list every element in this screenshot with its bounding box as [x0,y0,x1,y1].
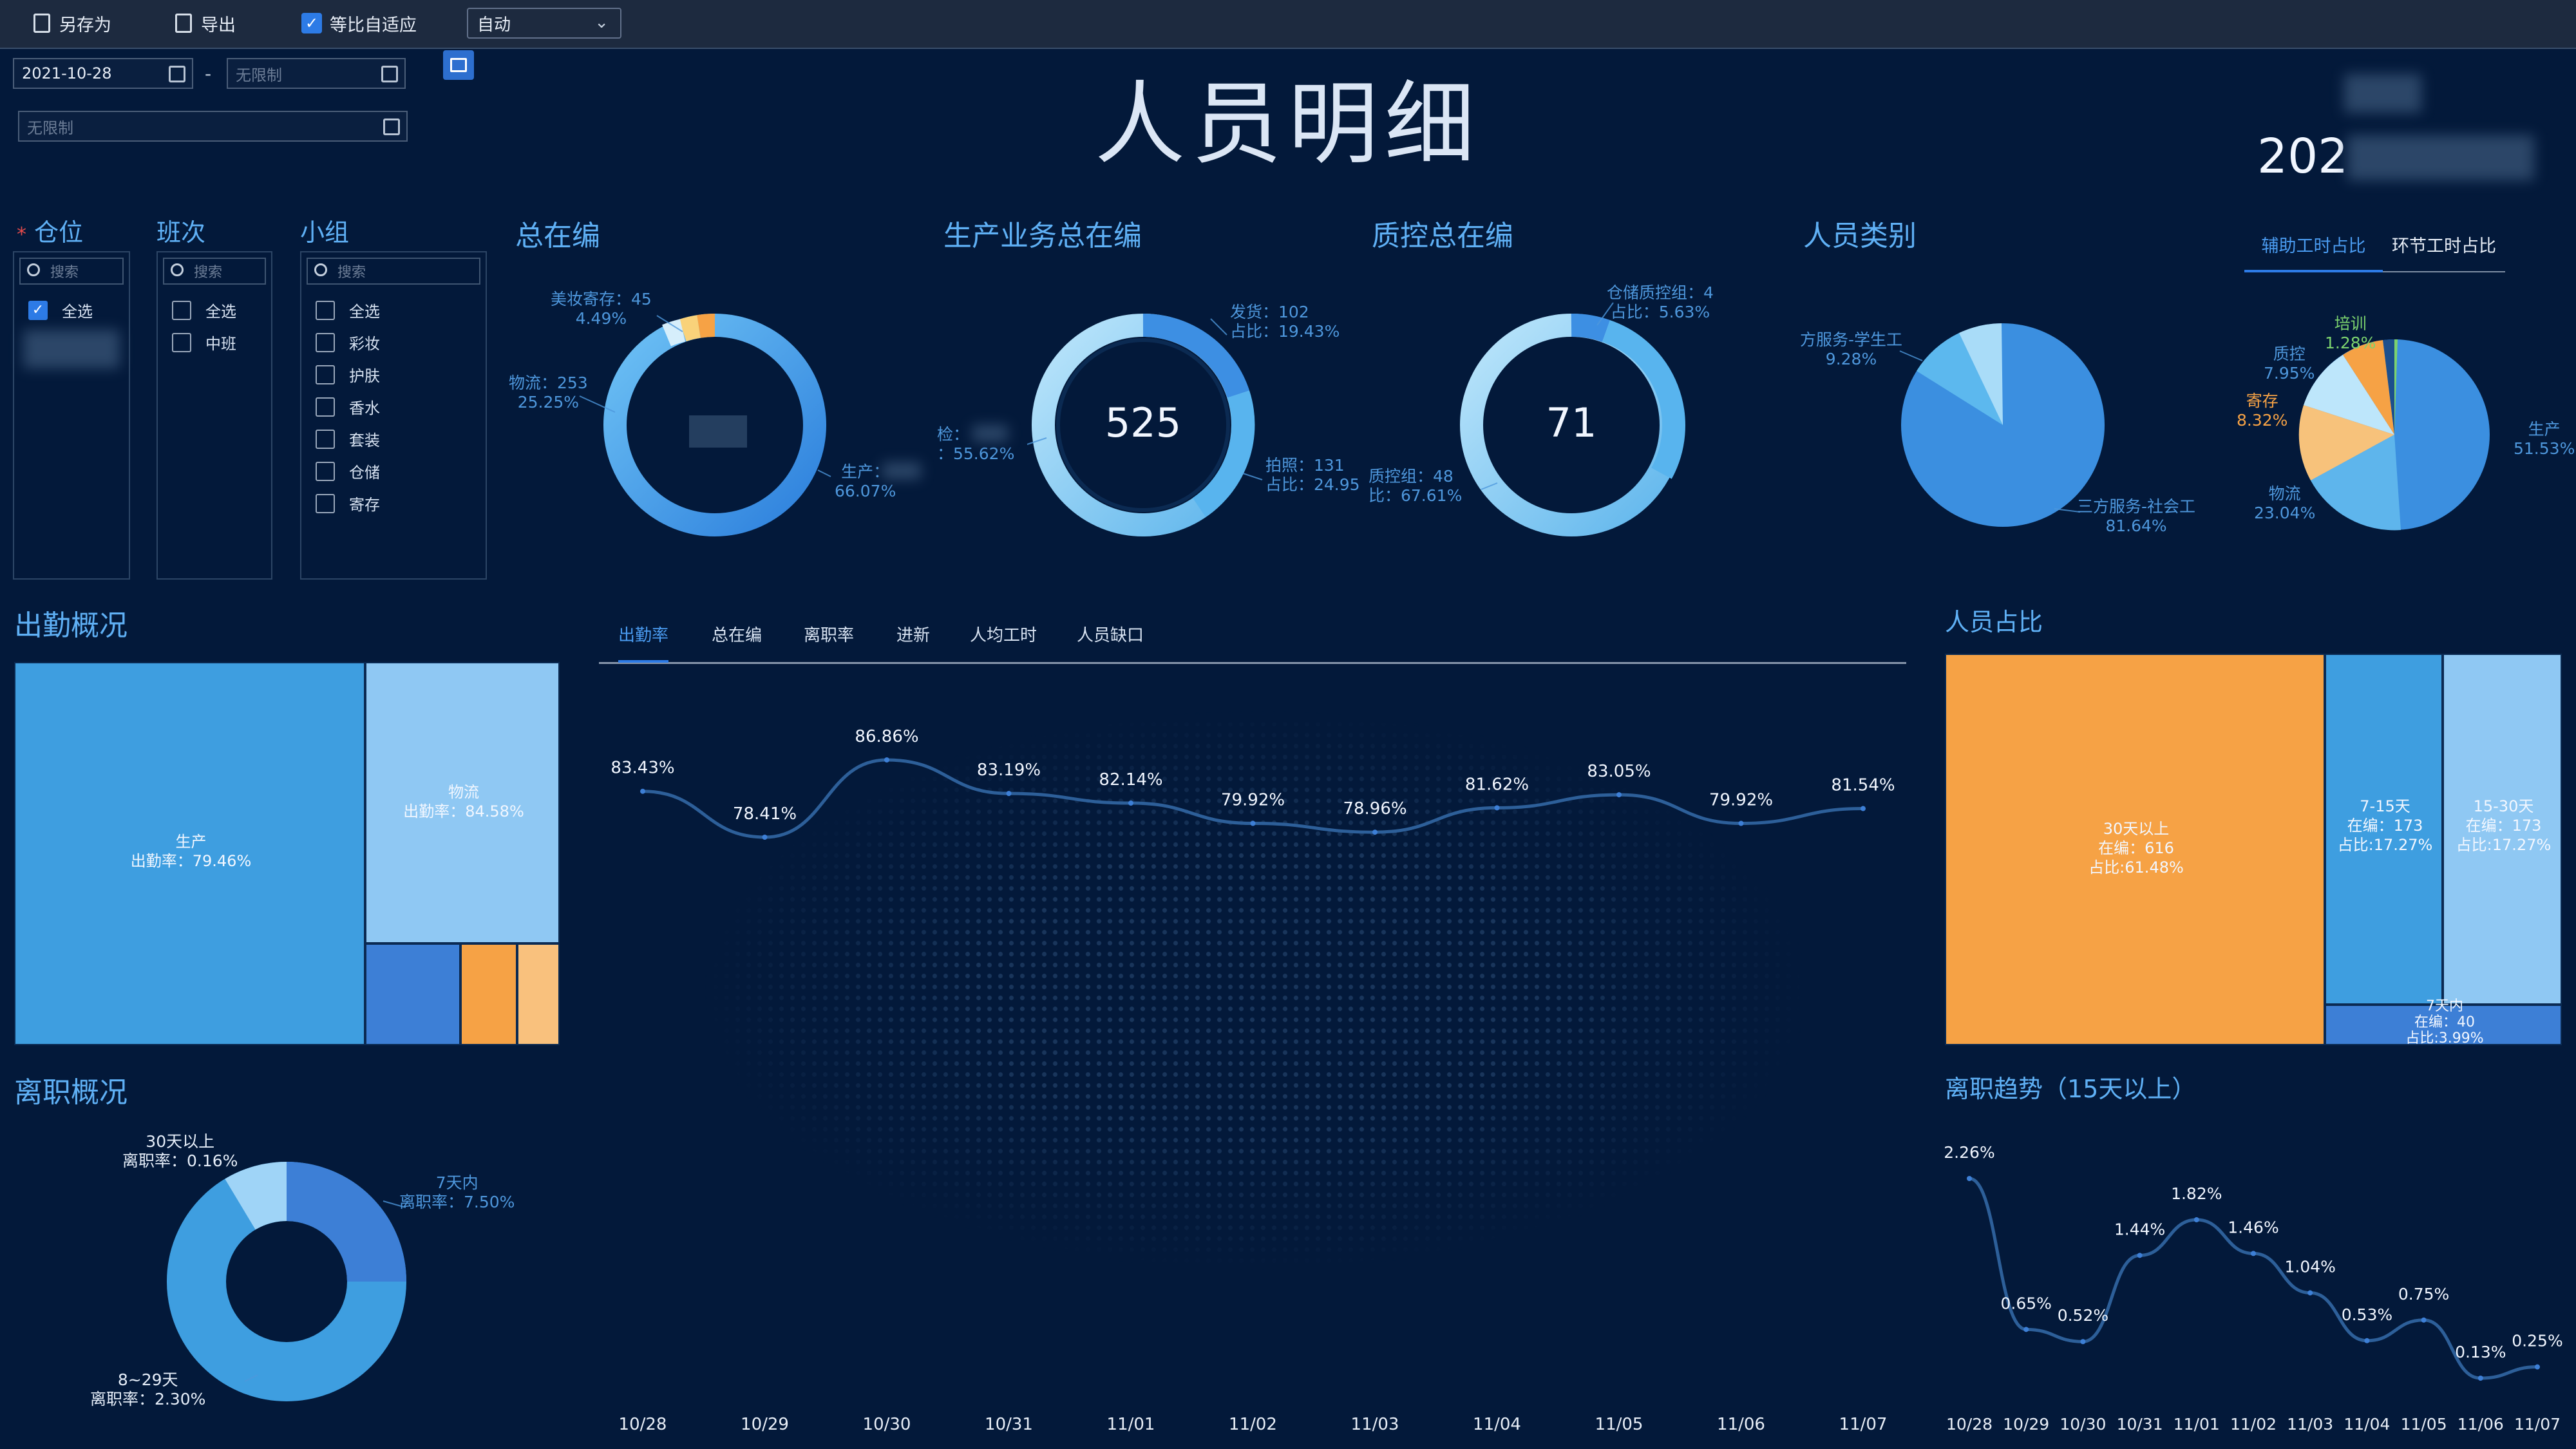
data-label: 1.82% [2171,1184,2222,1203]
x-tick-label: 10/28 [1946,1415,1993,1434]
data-point[interactable] [2023,1327,2029,1332]
x-tick-label: 11/05 [2401,1415,2447,1434]
data-point[interactable] [2307,1290,2313,1296]
data-point[interactable] [2080,1339,2086,1345]
data-label: 1.44% [2114,1220,2165,1238]
x-tick-label: 10/29 [2003,1415,2049,1434]
x-tick-label: 10/31 [2117,1415,2163,1434]
x-tick-label: 11/01 [2174,1415,2220,1434]
x-tick-label: 11/07 [2514,1415,2561,1434]
data-point[interactable] [2364,1338,2370,1343]
data-label: 0.25% [2512,1332,2562,1350]
data-point[interactable] [2421,1317,2427,1323]
x-tick-label: 11/02 [2230,1415,2277,1434]
resignation-trend-chart: 2.26% 10/28 0.65% 10/29 0.52% 10/30 1.44% 10/31… [1944,1143,2562,1434]
data-point[interactable] [2193,1217,2199,1223]
data-label: 0.75% [2398,1285,2449,1303]
data-point[interactable] [2137,1253,2143,1258]
data-point[interactable] [2477,1376,2483,1381]
data-label: 1.04% [2284,1258,2335,1276]
data-label: 0.53% [2342,1305,2392,1324]
x-tick-label: 10/30 [2060,1415,2106,1434]
x-tick-label: 11/04 [2344,1415,2390,1434]
data-label: 2.26% [1944,1143,1994,1162]
data-label: 1.46% [2228,1218,2278,1236]
x-tick-label: 11/03 [2287,1415,2333,1434]
data-point[interactable] [1967,1176,1972,1181]
data-label: 0.65% [2000,1294,2051,1312]
data-label: 0.52% [2058,1306,2108,1325]
data-point[interactable] [2535,1364,2540,1370]
series-line [1969,1177,2538,1380]
x-tick-label: 11/06 [2458,1415,2504,1434]
data-point[interactable] [2251,1251,2256,1256]
data-label: 0.13% [2455,1343,2506,1361]
